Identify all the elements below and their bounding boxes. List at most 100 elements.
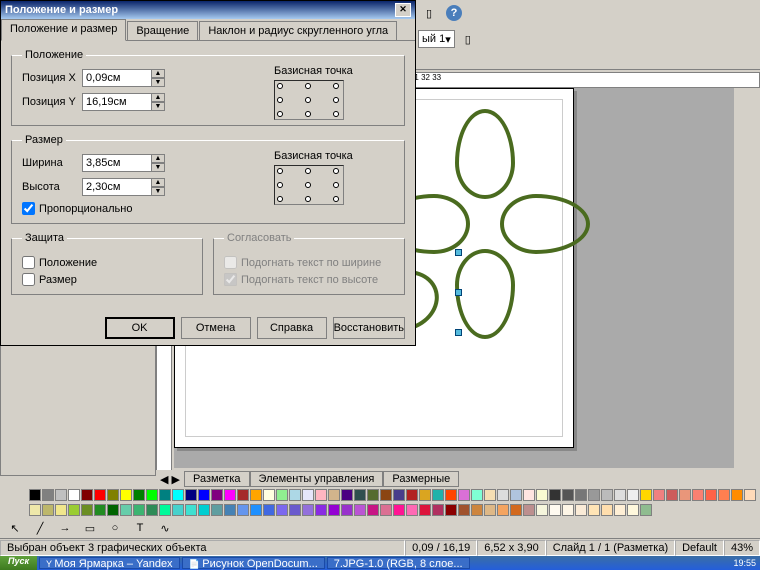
color-swatch[interactable] [81,504,93,516]
color-swatch[interactable] [237,489,249,501]
color-swatch[interactable] [367,489,379,501]
color-swatch[interactable] [211,489,223,501]
color-swatch[interactable] [146,489,158,501]
color-swatch[interactable] [640,504,652,516]
color-swatch[interactable] [354,504,366,516]
color-swatch[interactable] [237,504,249,516]
color-swatch[interactable] [380,504,392,516]
protect-size-checkbox[interactable] [22,273,35,286]
cancel-button[interactable]: Отмена [181,317,251,339]
color-swatch[interactable] [159,489,171,501]
color-swatch[interactable] [224,489,236,501]
color-swatch[interactable] [393,489,405,501]
color-swatch[interactable] [640,489,652,501]
basepoint-selector[interactable] [274,80,344,120]
tab-dimensions[interactable]: Размерные [383,471,459,487]
color-swatch[interactable] [42,504,54,516]
text-tool[interactable]: T [129,517,151,539]
color-swatch[interactable] [315,489,327,501]
color-swatch[interactable] [549,504,561,516]
color-swatch[interactable] [328,489,340,501]
spinner-down[interactable]: ▼ [151,102,165,111]
ok-button[interactable]: OK [105,317,175,339]
tab-controls[interactable]: Элементы управления [250,471,384,487]
spinner-down[interactable]: ▼ [151,163,165,172]
color-swatch[interactable] [432,489,444,501]
color-swatch[interactable] [666,489,678,501]
help-button[interactable]: ? [443,2,465,24]
help-button[interactable]: Справка [257,317,327,339]
spinner-up[interactable]: ▲ [151,178,165,187]
color-swatch[interactable] [29,489,41,501]
color-swatch[interactable] [705,489,717,501]
color-swatch[interactable] [679,489,691,501]
tab-position-size[interactable]: Положение и размер [1,19,126,41]
color-swatch[interactable] [458,504,470,516]
arrow-tool[interactable]: ↖ [4,517,26,539]
color-swatch[interactable] [250,489,262,501]
color-swatch[interactable] [81,489,93,501]
color-swatch[interactable] [445,489,457,501]
color-swatch[interactable] [471,504,483,516]
color-swatch[interactable] [510,504,522,516]
arrow-tool[interactable]: → [54,517,76,539]
color-swatch[interactable] [588,489,600,501]
color-swatch[interactable] [653,489,665,501]
color-swatch[interactable] [419,489,431,501]
color-swatch[interactable] [133,504,145,516]
color-swatch[interactable] [458,489,470,501]
color-swatch[interactable] [419,504,431,516]
color-swatch[interactable] [302,489,314,501]
color-swatch[interactable] [575,504,587,516]
color-swatch[interactable] [692,489,704,501]
color-swatch[interactable] [380,489,392,501]
color-swatch[interactable] [367,504,379,516]
line-tool[interactable]: ╱ [29,517,51,539]
color-swatch[interactable] [562,489,574,501]
color-swatch[interactable] [198,489,210,501]
color-swatch[interactable] [211,504,223,516]
taskbar-item[interactable]: Y Моя Ярмарка – Yandex [39,557,180,569]
tab-slant[interactable]: Наклон и радиус скругленного угла [199,21,397,40]
pos-y-input[interactable] [82,93,152,111]
color-swatch[interactable] [341,489,353,501]
width-input[interactable] [82,154,152,172]
reset-button[interactable]: Восстановить [333,317,405,339]
color-swatch[interactable] [744,489,756,501]
color-swatch[interactable] [159,504,171,516]
color-swatch[interactable] [406,489,418,501]
ellipse-tool[interactable]: ○ [104,517,126,539]
spinner-down[interactable]: ▼ [151,187,165,196]
color-swatch[interactable] [302,504,314,516]
color-swatch[interactable] [29,504,41,516]
toolbar-btn[interactable]: ▯ [418,2,440,24]
color-swatch[interactable] [536,489,548,501]
proportional-checkbox[interactable] [22,202,35,215]
close-icon[interactable]: ✕ [395,3,411,17]
color-swatch[interactable] [588,504,600,516]
color-swatch[interactable] [42,489,54,501]
color-swatch[interactable] [627,489,639,501]
color-swatch[interactable] [55,489,67,501]
color-swatch[interactable] [627,504,639,516]
color-swatch[interactable] [601,504,613,516]
color-swatch[interactable] [276,489,288,501]
color-swatch[interactable] [432,504,444,516]
basepoint-selector[interactable] [274,165,344,205]
color-swatch[interactable] [263,504,275,516]
color-swatch[interactable] [510,489,522,501]
color-swatch[interactable] [68,504,80,516]
color-swatch[interactable] [276,504,288,516]
color-swatch[interactable] [224,504,236,516]
color-swatch[interactable] [393,504,405,516]
color-swatch[interactable] [185,489,197,501]
pos-x-input[interactable] [82,69,152,87]
color-swatch[interactable] [328,504,340,516]
color-swatch[interactable] [523,489,535,501]
protect-position-checkbox[interactable] [22,256,35,269]
color-swatch[interactable] [68,489,80,501]
color-swatch[interactable] [341,504,353,516]
color-swatch[interactable] [198,504,210,516]
taskbar-item[interactable]: 📄 Рисунок OpenDocum... [182,557,325,569]
color-swatch[interactable] [484,489,496,501]
